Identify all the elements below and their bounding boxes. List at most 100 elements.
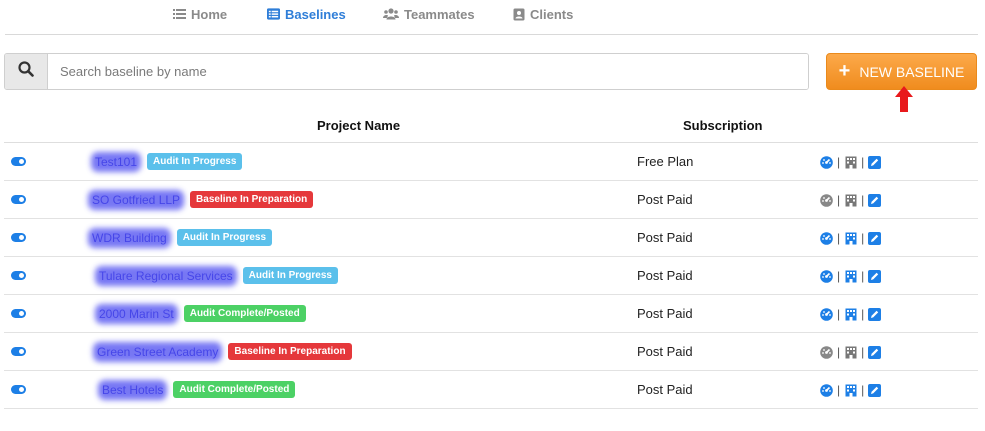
- search-button[interactable]: [5, 54, 48, 89]
- dashboard-icon[interactable]: [820, 269, 833, 283]
- red-arrow-icon: [895, 86, 913, 112]
- status-badge: Baseline In Preparation: [190, 191, 314, 208]
- building-icon[interactable]: [844, 194, 857, 207]
- project-cell: Test101 Audit In Progress: [95, 153, 243, 170]
- project-cell: Best Hotels Audit Complete/Posted: [102, 381, 296, 398]
- building-icon[interactable]: [844, 156, 857, 169]
- plus-icon: +: [838, 59, 851, 82]
- building-icon[interactable]: [844, 308, 857, 321]
- building-icon[interactable]: [844, 384, 857, 397]
- nav-divider: [5, 34, 978, 35]
- dashboard-icon[interactable]: [820, 231, 833, 245]
- separator: |: [837, 307, 841, 321]
- active-toggle[interactable]: [11, 233, 26, 242]
- table-row: Tulare Regional Services Audit In Progre…: [4, 257, 978, 295]
- separator: |: [837, 193, 841, 207]
- dashboard-icon[interactable]: [820, 155, 833, 169]
- active-toggle[interactable]: [11, 385, 26, 394]
- building-icon[interactable]: [844, 270, 857, 283]
- table-row: Green Street Academy Baseline In Prepara…: [4, 333, 978, 371]
- status-badge: Audit In Progress: [242, 267, 338, 284]
- active-toggle[interactable]: [11, 195, 26, 204]
- new-baseline-label: NEW BASELINE: [859, 63, 965, 80]
- building-icon[interactable]: [844, 346, 857, 359]
- separator: |: [861, 307, 865, 321]
- subscription-text: Post Paid: [637, 382, 693, 397]
- table-row: 2000 Marin St Audit Complete/Posted Post…: [4, 295, 978, 333]
- list-icon: [173, 8, 186, 21]
- edit-icon[interactable]: [868, 193, 882, 207]
- table-row: Test101 Audit In Progress Free Plan | |: [4, 143, 978, 181]
- row-actions: | |: [820, 345, 882, 359]
- subscription-text: Post Paid: [637, 344, 693, 359]
- separator: |: [861, 383, 865, 397]
- building-icon[interactable]: [844, 232, 857, 245]
- top-nav: Home Baselines Teammates Clients: [0, 0, 985, 35]
- project-cell: WDR Building Audit In Progress: [92, 229, 273, 246]
- separator: |: [861, 155, 865, 169]
- tab-teammates-label: Teammates: [404, 6, 475, 22]
- active-toggle[interactable]: [11, 271, 26, 280]
- dashboard-icon[interactable]: [820, 345, 833, 359]
- separator: |: [837, 383, 841, 397]
- subscription-text: Post Paid: [637, 230, 693, 245]
- project-name-link[interactable]: Green Street Academy: [97, 345, 218, 359]
- status-badge: Audit In Progress: [147, 153, 243, 170]
- tab-home-label: Home: [191, 6, 228, 22]
- separator: |: [861, 231, 865, 245]
- row-actions: | |: [820, 231, 882, 245]
- header-subscription: Subscription: [683, 118, 763, 133]
- active-toggle[interactable]: [11, 309, 26, 318]
- project-cell: Green Street Academy Baseline In Prepara…: [97, 343, 352, 360]
- status-badge: Baseline In Preparation: [228, 343, 352, 360]
- dashboard-icon[interactable]: [820, 193, 833, 207]
- separator: |: [837, 155, 841, 169]
- separator: |: [861, 269, 865, 283]
- separator: |: [837, 345, 841, 359]
- tab-clients-label: Clients: [530, 6, 574, 22]
- users-icon: [383, 8, 399, 21]
- project-name-link[interactable]: WDR Building: [92, 231, 167, 245]
- edit-icon[interactable]: [868, 345, 882, 359]
- edit-icon[interactable]: [868, 269, 882, 283]
- row-actions: | |: [820, 269, 882, 283]
- dashboard-icon[interactable]: [820, 307, 833, 321]
- subscription-text: Post Paid: [637, 268, 693, 283]
- edit-icon[interactable]: [868, 155, 882, 169]
- contact-card-icon: [512, 8, 525, 21]
- status-badge: Audit In Progress: [176, 229, 273, 246]
- row-actions: | |: [820, 193, 882, 207]
- row-actions: | |: [820, 307, 882, 321]
- project-name-link[interactable]: Test101: [95, 155, 137, 169]
- tab-clients[interactable]: Clients: [512, 5, 573, 23]
- project-cell: Tulare Regional Services Audit In Progre…: [99, 267, 338, 284]
- active-toggle[interactable]: [11, 347, 26, 356]
- project-name-link[interactable]: Tulare Regional Services: [99, 269, 233, 283]
- tab-baselines[interactable]: Baselines: [267, 5, 346, 23]
- subscription-text: Post Paid: [637, 192, 693, 207]
- search-bar: [4, 53, 809, 90]
- edit-icon[interactable]: [868, 231, 882, 245]
- status-badge: Audit Complete/Posted: [183, 305, 306, 322]
- edit-icon[interactable]: [868, 383, 882, 397]
- active-toggle[interactable]: [11, 157, 26, 166]
- table-row: WDR Building Audit In Progress Post Paid…: [4, 219, 978, 257]
- tab-teammates[interactable]: Teammates: [383, 5, 475, 23]
- project-cell: SO Gotfried LLP Baseline In Preparation: [92, 191, 314, 208]
- tab-home[interactable]: Home: [173, 5, 227, 23]
- separator: |: [837, 231, 841, 245]
- edit-icon[interactable]: [868, 307, 882, 321]
- separator: |: [861, 193, 865, 207]
- project-name-link[interactable]: SO Gotfried LLP: [92, 193, 180, 207]
- table-row: Best Hotels Audit Complete/Posted Post P…: [4, 371, 978, 409]
- row-actions: | |: [820, 383, 882, 397]
- project-name-link[interactable]: 2000 Marin St: [99, 307, 174, 321]
- subscription-text: Free Plan: [637, 154, 694, 169]
- subscription-text: Post Paid: [637, 306, 693, 321]
- search-input[interactable]: [48, 54, 808, 89]
- new-baseline-button[interactable]: + NEW BASELINE: [826, 53, 977, 90]
- dashboard-icon[interactable]: [820, 383, 833, 397]
- table-row: SO Gotfried LLP Baseline In Preparation …: [4, 181, 978, 219]
- project-name-link[interactable]: Best Hotels: [102, 383, 163, 397]
- separator: |: [837, 269, 841, 283]
